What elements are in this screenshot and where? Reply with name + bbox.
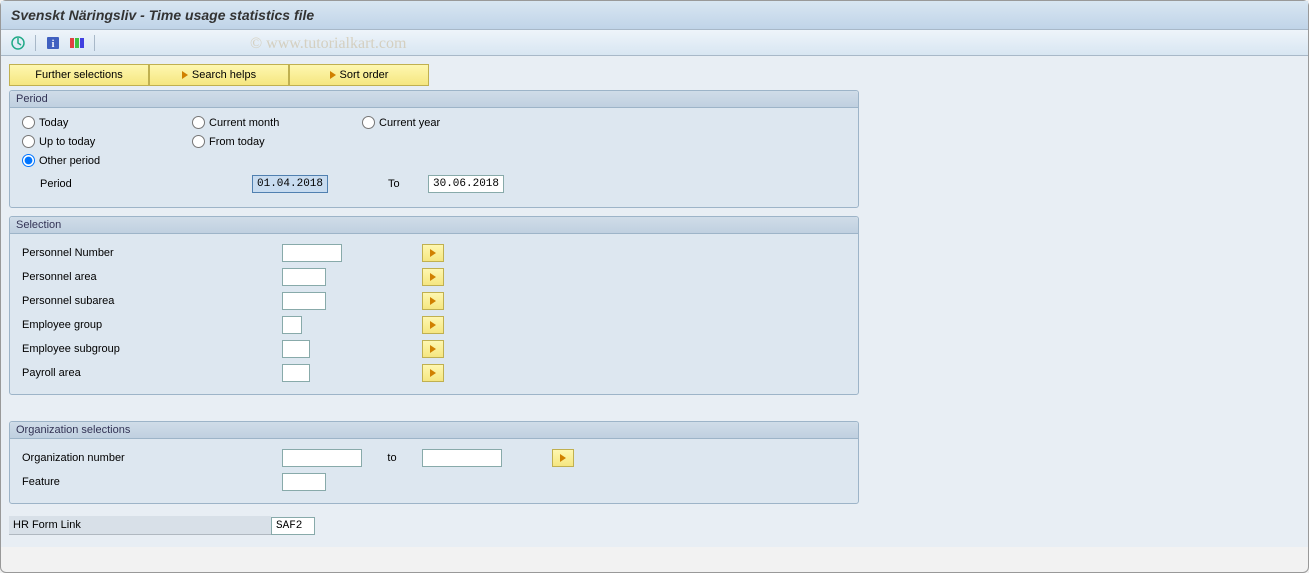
radio-from-today[interactable]: From today: [192, 135, 362, 148]
radio-current-year[interactable]: Current year: [362, 116, 532, 129]
period-to-input[interactable]: [428, 175, 504, 193]
selection-fieldset: Selection Personnel Number Personnel are…: [9, 216, 859, 395]
org-number-to-input[interactable]: [422, 449, 502, 467]
sel-label: Personnel area: [22, 271, 282, 283]
hr-form-input[interactable]: [271, 517, 315, 535]
radio-today[interactable]: Today: [22, 116, 192, 129]
radio-up-to-today-input[interactable]: [22, 135, 35, 148]
selection-legend: Selection: [10, 217, 858, 234]
period-to-label: To: [388, 178, 428, 190]
search-helps-label: Search helps: [192, 69, 256, 81]
sel-row-personnel-number: Personnel Number: [22, 242, 846, 264]
sel-row-payroll-area: Payroll area: [22, 362, 846, 384]
radio-other-period-label: Other period: [39, 155, 100, 167]
arrow-right-icon: [560, 454, 566, 462]
period-legend: Period: [10, 91, 858, 108]
multi-select-button[interactable]: [422, 340, 444, 358]
arrow-right-icon: [430, 321, 436, 329]
content-area: Further selections Search helps Sort ord…: [1, 56, 1308, 547]
radio-from-today-input[interactable]: [192, 135, 205, 148]
sel-label: Employee group: [22, 319, 282, 331]
svg-text:i: i: [52, 39, 55, 50]
radio-current-month[interactable]: Current month: [192, 116, 362, 129]
further-selections-label: Further selections: [35, 69, 122, 81]
hr-form-row: HR Form Link: [9, 512, 859, 539]
radio-current-month-label: Current month: [209, 117, 279, 129]
radio-current-year-label: Current year: [379, 117, 440, 129]
arrow-right-icon: [430, 249, 436, 257]
radio-from-today-label: From today: [209, 136, 265, 148]
period-from-input[interactable]: [252, 175, 328, 193]
multi-select-button[interactable]: [422, 268, 444, 286]
sel-row-employee-group: Employee group: [22, 314, 846, 336]
employee-subgroup-input[interactable]: [282, 340, 310, 358]
sel-label: Payroll area: [22, 367, 282, 379]
radio-other-period-input[interactable]: [22, 154, 35, 167]
arrow-right-icon: [430, 369, 436, 377]
selection-buttons-row: Further selections Search helps Sort ord…: [9, 64, 1300, 86]
org-number-from-input[interactable]: [282, 449, 362, 467]
sel-row-employee-subgroup: Employee subgroup: [22, 338, 846, 360]
sel-label: Personnel Number: [22, 247, 282, 259]
multi-select-button[interactable]: [422, 364, 444, 382]
arrow-right-icon: [430, 345, 436, 353]
further-selections-button[interactable]: Further selections: [9, 64, 149, 86]
arrow-right-icon: [330, 71, 336, 79]
info-icon[interactable]: i: [44, 34, 62, 52]
personnel-number-input[interactable]: [282, 244, 342, 262]
title-bar: Svenskt Näringsliv - Time usage statisti…: [1, 1, 1308, 30]
sel-row-personnel-area: Personnel area: [22, 266, 846, 288]
multi-select-button[interactable]: [422, 244, 444, 262]
multi-select-button[interactable]: [422, 316, 444, 334]
sort-order-label: Sort order: [340, 69, 389, 81]
feature-label: Feature: [22, 476, 282, 488]
radio-today-label: Today: [39, 117, 68, 129]
org-number-row: Organization number to: [22, 447, 846, 469]
sel-row-personnel-subarea: Personnel subarea: [22, 290, 846, 312]
radio-up-to-today-label: Up to today: [39, 136, 95, 148]
toolbar: i: [1, 30, 1308, 56]
payroll-area-input[interactable]: [282, 364, 310, 382]
radio-up-to-today[interactable]: Up to today: [22, 135, 192, 148]
org-number-label: Organization number: [22, 452, 282, 464]
personnel-area-input[interactable]: [282, 268, 326, 286]
arrow-right-icon: [182, 71, 188, 79]
period-fieldset: Period Today Current month Current year: [9, 90, 859, 208]
toolbar-separator: [94, 35, 95, 51]
sel-label: Personnel subarea: [22, 295, 282, 307]
radio-today-input[interactable]: [22, 116, 35, 129]
sel-label: Employee subgroup: [22, 343, 282, 355]
radio-current-year-input[interactable]: [362, 116, 375, 129]
sort-order-button[interactable]: Sort order: [289, 64, 429, 86]
page-title: Svenskt Näringsliv - Time usage statisti…: [11, 7, 1298, 23]
arrow-right-icon: [430, 273, 436, 281]
org-legend: Organization selections: [10, 422, 858, 439]
execute-icon[interactable]: [9, 34, 27, 52]
org-fieldset: Organization selections Organization num…: [9, 421, 859, 504]
radio-other-period[interactable]: Other period: [22, 154, 192, 167]
multi-select-button[interactable]: [552, 449, 574, 467]
multi-select-button[interactable]: [422, 292, 444, 310]
feature-input[interactable]: [282, 473, 326, 491]
org-to-label: to: [372, 452, 412, 464]
personnel-subarea-input[interactable]: [282, 292, 326, 310]
feature-row: Feature: [22, 471, 846, 493]
employee-group-input[interactable]: [282, 316, 302, 334]
search-helps-button[interactable]: Search helps: [149, 64, 289, 86]
toolbar-separator: [35, 35, 36, 51]
color-legend-icon[interactable]: [68, 34, 86, 52]
period-from-label: Period: [22, 178, 252, 190]
arrow-right-icon: [430, 297, 436, 305]
radio-current-month-input[interactable]: [192, 116, 205, 129]
hr-form-label: HR Form Link: [9, 516, 271, 535]
